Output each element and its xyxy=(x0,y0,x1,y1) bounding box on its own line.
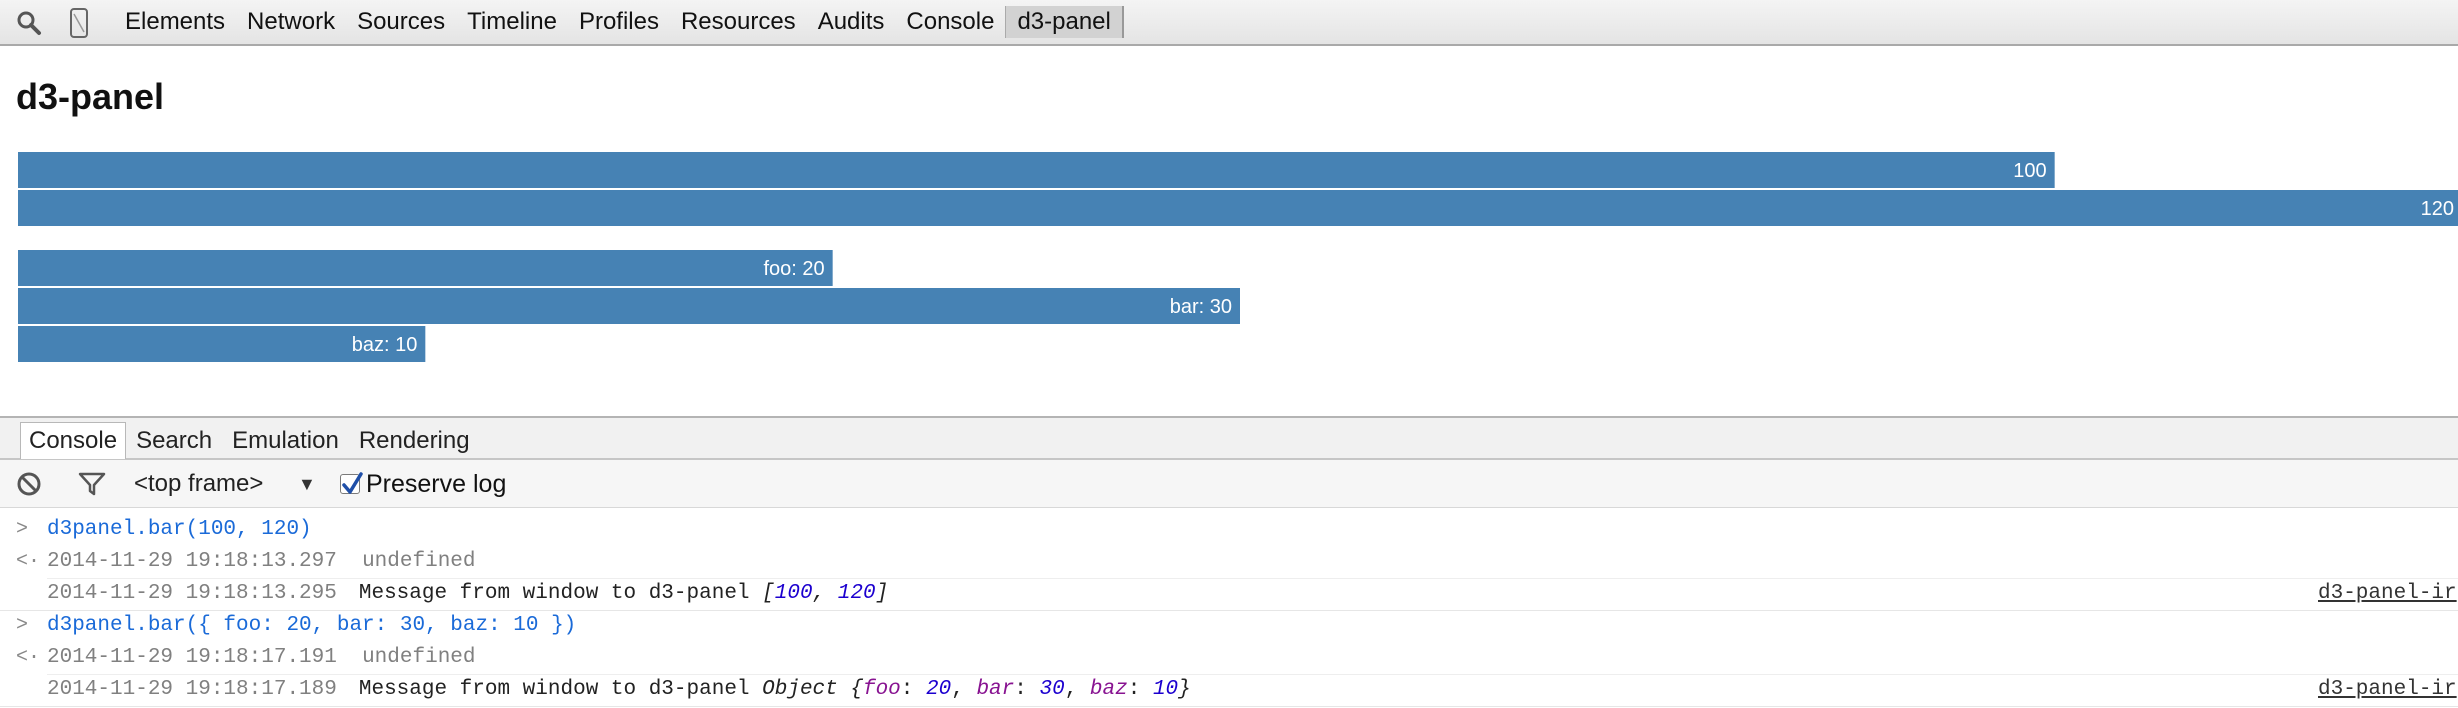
console-command: d3panel.bar(100, 120) xyxy=(47,518,312,541)
console-input-row: > d3panel.bar({ foo: 20, bar: 30, baz: 1… xyxy=(0,610,2458,642)
prompt-icon: > xyxy=(16,518,29,541)
drawer-tab-search[interactable]: Search xyxy=(126,423,222,459)
bar-value-1 xyxy=(18,190,2458,226)
chevron-down-icon[interactable]: ▼ xyxy=(298,460,316,508)
bar-label: bar: 30 xyxy=(1170,296,1232,318)
result-arrow-icon: <· xyxy=(16,550,41,573)
result-value: undefined xyxy=(362,646,476,669)
checkbox[interactable] xyxy=(340,472,363,494)
clear-console-icon[interactable] xyxy=(16,460,42,508)
drawer-tab-rendering[interactable]: Rendering xyxy=(349,423,480,459)
source-link[interactable]: d3-panel-ir xyxy=(2318,578,2457,610)
console-result-row: <· 2014-11-29 19:18:13.297 undefined xyxy=(0,546,2458,578)
checkmark-icon xyxy=(342,472,363,494)
bar-charts: 100 120 foo: 20 bar: 30 baz: 10 xyxy=(18,152,2458,362)
result-arrow-icon: <· xyxy=(16,646,41,669)
timestamp: 2014-11-29 19:18:17.191 xyxy=(47,646,337,669)
panel-tabs: Elements Network Sources Timeline Profil… xyxy=(114,0,1124,44)
tab-profiles[interactable]: Profiles xyxy=(568,6,670,38)
bar-label: baz: 10 xyxy=(352,334,418,356)
prompt-icon: > xyxy=(16,614,29,637)
tab-audits[interactable]: Audits xyxy=(807,6,896,38)
log-message: Message from window to d3-panel xyxy=(358,678,750,701)
tab-console[interactable]: Console xyxy=(895,6,1005,38)
console-result-row: <· 2014-11-29 19:18:17.191 undefined xyxy=(0,642,2458,674)
tab-d3-panel[interactable]: d3-panel xyxy=(1005,6,1124,38)
d3-panel-content: d3-panel 100 120 foo: 20 bar: 30 baz: 10 xyxy=(0,46,2458,416)
log-message: Message from window to d3-panel xyxy=(358,582,750,605)
bar-value-0 xyxy=(18,152,2055,188)
frame-select[interactable]: <top frame> xyxy=(134,460,263,508)
tab-network[interactable]: Network xyxy=(236,6,346,38)
filter-icon[interactable] xyxy=(78,460,106,508)
drawer-tab-emulation[interactable]: Emulation xyxy=(222,423,349,459)
tab-elements[interactable]: Elements xyxy=(114,6,236,38)
bar-label: 100 xyxy=(2013,160,2046,182)
bar-label: 120 xyxy=(2421,198,2454,220)
console-messages[interactable]: > d3panel.bar(100, 120) <· 2014-11-29 19… xyxy=(0,508,2458,708)
frame-select-value: <top frame> xyxy=(134,470,264,497)
console-log-row: 2014-11-29 19:18:13.295 Message from wind… xyxy=(0,578,2458,611)
tab-resources[interactable]: Resources xyxy=(670,6,807,38)
search-icon[interactable] xyxy=(12,7,46,39)
console-log-row: 2014-11-29 19:18:17.189 Message from wind… xyxy=(0,674,2458,707)
timestamp: 2014-11-29 19:18:17.189 xyxy=(47,678,337,701)
drawer-tab-console[interactable]: Console xyxy=(20,422,127,459)
preserve-log-label: Preserve log xyxy=(366,469,507,498)
drawer-tabs: Console Search Emulation Rendering xyxy=(0,416,2458,460)
tab-sources[interactable]: Sources xyxy=(346,6,456,38)
console-command: d3panel.bar({ foo: 20, bar: 30, baz: 10 … xyxy=(47,614,577,637)
devtools-toolbar: Elements Network Sources Timeline Profil… xyxy=(0,0,2458,46)
timestamp: 2014-11-29 19:18:13.295 xyxy=(47,582,337,605)
tab-timeline[interactable]: Timeline xyxy=(456,6,568,38)
bar-bar xyxy=(18,288,1240,324)
device-mode-icon[interactable] xyxy=(62,7,96,39)
console-input-row: > d3panel.bar(100, 120) xyxy=(0,514,2458,546)
result-value: undefined xyxy=(362,550,476,573)
bar-foo xyxy=(18,250,833,286)
preserve-log-checkbox[interactable]: Preserve log xyxy=(340,460,506,508)
timestamp: 2014-11-29 19:18:13.297 xyxy=(47,550,337,573)
bar-label: foo: 20 xyxy=(763,258,824,280)
console-toolbar: <top frame> ▼ Preserve log xyxy=(0,460,2458,508)
source-link[interactable]: d3-panel-ir xyxy=(2318,674,2457,706)
